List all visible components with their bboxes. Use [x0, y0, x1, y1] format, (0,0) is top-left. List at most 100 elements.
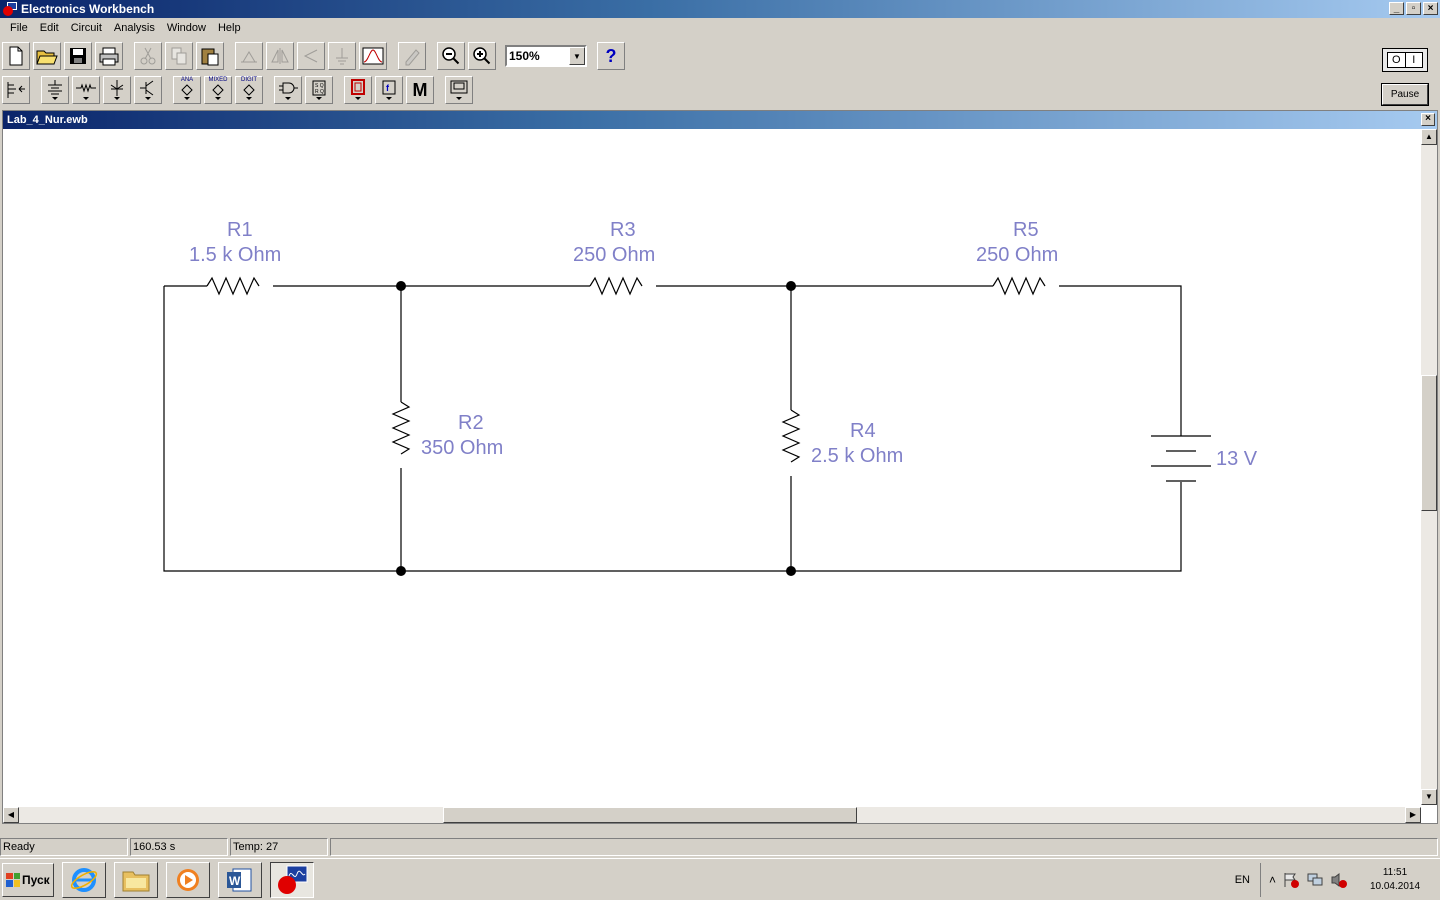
zoom-out-icon — [442, 47, 460, 65]
print-button[interactable] — [95, 42, 123, 70]
ewb-task-button[interactable] — [270, 861, 314, 898]
wire-left — [163, 286, 401, 572]
zoom-tool-button[interactable] — [398, 42, 426, 70]
digital-ics-bin-button[interactable]: DIGIT — [235, 76, 263, 104]
system-tray: EN ˄ 11:51 10.04.2014 — [1235, 861, 1440, 899]
chevron-down-icon[interactable]: ▼ — [569, 47, 585, 65]
indicators-bin-button[interactable] — [344, 76, 372, 104]
help-button[interactable]: ? — [597, 42, 625, 70]
clock[interactable]: 11:51 10.04.2014 — [1360, 866, 1430, 894]
internet-explorer-button[interactable] — [62, 861, 106, 898]
parts-bin-toolbar: ANA MIXED DIGIT S QR Q f M — [0, 73, 1370, 107]
logic-gates-bin-button[interactable] — [274, 76, 302, 104]
transistors-bin-button[interactable] — [134, 76, 162, 104]
copy-icon — [171, 47, 187, 65]
paste-clipboard-icon — [201, 48, 219, 66]
battery-value-label: 13 V — [1216, 448, 1258, 470]
mixed-ics-bin-button[interactable]: MIXED — [204, 76, 232, 104]
instruments-icon — [450, 80, 468, 100]
status-empty — [330, 838, 1438, 856]
diodes-bin-button[interactable] — [103, 76, 131, 104]
r2-name-label: R2 — [458, 412, 484, 434]
diode-icon — [110, 80, 124, 100]
zoom-select[interactable]: 150% ▼ — [505, 45, 587, 67]
word-button[interactable]: W — [218, 861, 262, 898]
svg-text:f: f — [386, 83, 390, 93]
cut-button[interactable] — [134, 42, 162, 70]
junction-node — [786, 566, 796, 576]
clock-time: 11:51 — [1382, 867, 1408, 878]
indicator-icon — [351, 79, 365, 100]
resistor-r5-symbol — [992, 276, 1046, 296]
svg-text:R Q: R Q — [315, 89, 324, 95]
flip-vertical-icon — [303, 49, 318, 63]
analog-ics-bin-button[interactable]: ANA — [173, 76, 201, 104]
scroll-up-icon[interactable]: ▲ — [1421, 129, 1437, 145]
power-switch[interactable]: O I — [1382, 48, 1428, 72]
flip-horizontal-icon — [271, 48, 289, 64]
r4-name-label: R4 — [850, 420, 876, 442]
new-file-icon — [9, 46, 23, 66]
pause-button[interactable]: Pause — [1381, 83, 1429, 106]
paste-button[interactable] — [196, 42, 224, 70]
media-player-button[interactable] — [166, 861, 210, 898]
scissors-icon — [140, 47, 156, 65]
digital-bin-button[interactable]: S QR Q — [305, 76, 333, 104]
network-icon[interactable] — [1306, 871, 1324, 889]
copy-button[interactable] — [165, 42, 193, 70]
tray-expand-icon[interactable]: ˄ — [1269, 873, 1276, 887]
app-title: Electronics Workbench — [21, 2, 155, 16]
menu-analysis[interactable]: Analysis — [108, 22, 161, 34]
misc-m-icon: M — [412, 79, 428, 100]
sources-bin-button[interactable] — [41, 76, 69, 104]
resistor-r4-symbol — [781, 409, 801, 463]
menu-help[interactable]: Help — [212, 22, 247, 34]
document-title: Lab_4_Nur.ewb — [7, 114, 88, 126]
document-close-button[interactable]: × — [1421, 113, 1435, 126]
basic-bin-button[interactable] — [72, 76, 100, 104]
component-properties-button[interactable] — [328, 42, 356, 70]
junction-node — [396, 566, 406, 576]
circuit-document-window: Lab_4_Nur.ewb × R1 1.5 k Ohm R3 250 Ohm … — [2, 110, 1438, 824]
flip-vertical-button[interactable] — [297, 42, 325, 70]
windows-taskbar: Пуск W EN ˄ 11:51 10.04.2014 — [0, 858, 1440, 900]
zoom-out-button[interactable] — [437, 42, 465, 70]
close-button[interactable]: × — [1423, 2, 1438, 15]
create-subcircuit-button[interactable] — [359, 42, 387, 70]
flip-horizontal-button[interactable] — [266, 42, 294, 70]
horizontal-scrollbar[interactable]: ◀ ▶ — [3, 807, 1421, 823]
controls-bin-button[interactable]: f — [375, 76, 403, 104]
r5-value-label: 250 Ohm — [976, 244, 1058, 266]
volume-muted-icon[interactable] — [1330, 871, 1348, 889]
save-button[interactable] — [64, 42, 92, 70]
resistor-r2-symbol — [391, 401, 411, 455]
miscellaneous-bin-button[interactable]: M — [406, 76, 434, 104]
restore-button[interactable]: ▫ — [1406, 2, 1421, 15]
menu-circuit[interactable]: Circuit — [65, 22, 108, 34]
r2-value-label: 350 Ohm — [421, 437, 503, 459]
menu-window[interactable]: Window — [161, 22, 212, 34]
open-button[interactable] — [33, 42, 61, 70]
explorer-button[interactable] — [114, 861, 158, 898]
scroll-right-icon[interactable]: ▶ — [1405, 807, 1421, 823]
start-button[interactable]: Пуск — [2, 862, 54, 897]
horizontal-scroll-thumb[interactable] — [443, 807, 857, 823]
scroll-left-icon[interactable]: ◀ — [3, 807, 19, 823]
zoom-in-button[interactable] — [468, 42, 496, 70]
scroll-down-icon[interactable]: ▼ — [1421, 789, 1437, 805]
action-center-icon[interactable] — [1282, 871, 1300, 889]
vertical-scrollbar[interactable]: ▲ ▼ — [1421, 129, 1437, 805]
favorites-bin-button[interactable] — [2, 76, 30, 104]
circuit-canvas[interactable]: R1 1.5 k Ohm R3 250 Ohm R5 250 Ohm R2 35… — [3, 129, 1421, 805]
language-indicator[interactable]: EN — [1235, 874, 1250, 886]
document-title-bar: Lab_4_Nur.ewb × — [3, 111, 1437, 129]
instruments-bin-button[interactable] — [445, 76, 473, 104]
menu-file[interactable]: File — [4, 22, 34, 34]
minimize-button[interactable]: _ — [1389, 2, 1404, 15]
rotate-button[interactable] — [235, 42, 263, 70]
new-button[interactable] — [2, 42, 30, 70]
menu-edit[interactable]: Edit — [34, 22, 65, 34]
resistor-r3-symbol — [589, 276, 643, 296]
status-bar: Ready 160.53 s Temp: 27 — [0, 838, 1440, 856]
vertical-scroll-thumb[interactable] — [1421, 375, 1437, 511]
